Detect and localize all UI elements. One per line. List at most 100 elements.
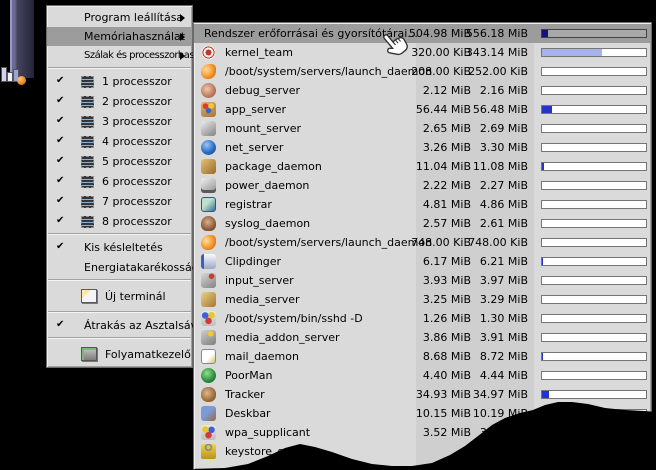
cpu-chip-icon [81, 115, 94, 128]
menu-item--j-termin-l[interactable]: Új terminál [47, 283, 192, 309]
process-row[interactable]: /boot/system/servers/launch_daemon 208.0… [194, 62, 651, 81]
process-name: power_daemon [225, 179, 310, 192]
menu-item-label: 3 processzor [102, 114, 172, 128]
memory-value-2: 3.97 MiB [479, 274, 528, 287]
memory-value-1: 6.17 MiB [422, 255, 471, 268]
memory-bar [541, 181, 647, 190]
process-name: app_server [225, 103, 287, 116]
menu-item-label: 5 processzor [102, 154, 172, 168]
process-row[interactable]: /boot/system/servers/launch_daemon 748.0… [194, 233, 651, 252]
menu-item-7-processzor[interactable]: ✔ 7 processzor [47, 191, 192, 211]
menu-item-2-processzor[interactable]: ✔ 2 processzor [47, 91, 192, 111]
terminal-icon [81, 289, 97, 303]
menu-item-label: Energiatakarékosság [84, 260, 199, 274]
menu-item-label: Memóriahasználat [84, 30, 186, 43]
memory-value-2: 3.56 MiB [479, 426, 528, 439]
memory-usage-submenu: Rendszer erőforrásai és gyorsítótárai...… [193, 22, 652, 470]
process-row[interactable]: keystore_server [194, 442, 651, 461]
menu-item--trak-s-az-asztals-vra[interactable]: ✔ Átrakás az Asztalsávra [47, 315, 208, 335]
menu-item-3-processzor[interactable]: ✔ 3 processzor [47, 111, 192, 131]
memory-bar [541, 219, 647, 228]
process-row[interactable]: mount_server 2.65 MiB 2.69 MiB [194, 119, 651, 138]
deskbar-icon [201, 406, 216, 421]
process-row[interactable]: media_addon_server 3.86 MiB 3.91 MiB [194, 328, 651, 347]
cpu-chip-icon [81, 215, 94, 228]
memory-value-1: 2.57 MiB [422, 217, 471, 230]
menu-item-5-processzor[interactable]: ✔ 5 processzor [47, 151, 192, 171]
media-icon [201, 292, 216, 307]
check-icon: ✔ [56, 215, 65, 226]
memory-value-1: 1.26 MiB [422, 312, 471, 325]
poorman-icon [201, 368, 216, 383]
kernel-icon [201, 45, 216, 60]
memory-value-1: 3.86 MiB [422, 331, 471, 344]
process-name: wpa_supplicant [225, 426, 311, 439]
process-row[interactable]: Deskbar 10.15 MiB 10.19 MiB [194, 404, 651, 423]
memory-value-2: 11.08 MiB [472, 160, 528, 173]
syslog-icon [201, 216, 216, 231]
memory-value-2: 56.48 MiB [472, 103, 528, 116]
process-row[interactable]: PoorMan 4.40 MiB 4.44 MiB [194, 366, 651, 385]
memory-value-2: 8.72 MiB [479, 350, 528, 363]
process-name: package_daemon [225, 160, 322, 173]
process-row[interactable]: power_daemon 2.22 MiB 2.27 MiB [194, 176, 651, 195]
memory-value-2: 2.61 MiB [479, 217, 528, 230]
memory-value-1: 10.15 MiB [415, 407, 471, 420]
process-name: Tracker [225, 388, 265, 401]
menu-item-1-processzor[interactable]: ✔ 1 processzor [47, 71, 192, 91]
memory-bar [541, 48, 647, 57]
memory-value-1: 8.68 MiB [422, 350, 471, 363]
menu-item-folyamatkezel-n-vjegye-[interactable]: Folyamatkezelő névjegye... [47, 341, 255, 367]
menu-item-energiatakar-koss-g[interactable]: Energiatakarékosság [47, 257, 199, 277]
memory-value-1: 2.22 MiB [422, 179, 471, 192]
process-row[interactable]: net_server 3.26 MiB 3.30 MiB [194, 138, 651, 157]
menu-item-mem-riahaszn-lat[interactable]: Memóriahasználat [47, 27, 192, 46]
process-name: input_server [225, 274, 294, 287]
check-icon: ✔ [56, 155, 65, 166]
memory-bar [541, 86, 647, 95]
memory-value-1: 3.52 MiB [422, 426, 471, 439]
process-row[interactable]: media_server 3.25 MiB 3.29 MiB [194, 290, 651, 309]
menu-item-program-le-ll-t-sa[interactable]: Program leállítása [47, 8, 192, 27]
process-row[interactable]: debug_server 2.12 MiB 2.16 MiB [194, 81, 651, 100]
memory-value-1: 3.93 MiB [422, 274, 471, 287]
process-row[interactable]: registrar 4.81 MiB 4.86 MiB [194, 195, 651, 214]
menu-item-label: 4 processzor [102, 134, 172, 148]
cpu-chip-icon [81, 75, 94, 88]
memory-bar [541, 29, 647, 38]
memory-bar [541, 143, 647, 152]
process-row[interactable]: kernel_team 320.00 KiB 343.14 MiB [194, 43, 651, 62]
process-row[interactable]: input_server 3.93 MiB 3.97 MiB [194, 271, 651, 290]
menu-item-8-processzor[interactable]: ✔ 8 processzor [47, 211, 192, 231]
memory-bar-fill [542, 30, 548, 37]
mail-icon [201, 349, 216, 364]
process-row[interactable]: Rendszer erőforrásai és gyorsítótárai...… [194, 24, 651, 43]
menu-item-4-processzor[interactable]: ✔ 4 processzor [47, 131, 192, 151]
check-icon: ✔ [56, 319, 65, 330]
process-row[interactable]: wpa_supplicant 3.52 MiB 3.56 MiB [194, 423, 651, 442]
memory-bar [541, 371, 647, 380]
process-name: /boot/system/bin/sshd -D [225, 312, 363, 325]
process-row[interactable]: syslog_daemon 2.57 MiB 2.61 MiB [194, 214, 651, 233]
launchd-icon [201, 235, 216, 250]
menu-item-sz-lak-s-processzorhaszn-lat[interactable]: Szálak és processzorhasználat [47, 46, 222, 65]
process-row[interactable]: app_server 56.44 MiB 56.48 MiB [194, 100, 651, 119]
menu-item-kis-k-sleltet-s[interactable]: ✔ Kis késleltetés [47, 237, 192, 257]
process-row[interactable]: package_daemon 11.04 MiB 11.08 MiB [194, 157, 651, 176]
process-row[interactable]: Tracker 34.93 MiB 34.97 MiB [194, 385, 651, 404]
menu-item-label: 2 processzor [102, 94, 172, 108]
processcontroller-tray-icon[interactable] [0, 62, 30, 88]
menu-item-label: Program leállítása [84, 11, 184, 24]
memory-bar-fill [542, 106, 553, 113]
menu-item-6-processzor[interactable]: ✔ 6 processzor [47, 171, 192, 191]
process-row[interactable]: Clipdinger 6.17 MiB 6.21 MiB [194, 252, 651, 271]
processcontroller-menu: Program leállítása Memóriahasználat Szál… [46, 5, 255, 368]
memory-value-1: 4.40 MiB [422, 369, 471, 382]
cpu-chip-icon [81, 135, 94, 148]
menu-item-label: Kis késleltetés [84, 240, 163, 254]
process-name: registrar [225, 198, 272, 211]
process-row[interactable]: /boot/system/bin/sshd -D 1.26 MiB 1.30 M… [194, 309, 651, 328]
process-row[interactable]: mail_daemon 8.68 MiB 8.72 MiB [194, 347, 651, 366]
memory-value-1: 2.12 MiB [422, 84, 471, 97]
memory-value-1: 504.98 MiB [408, 27, 471, 40]
